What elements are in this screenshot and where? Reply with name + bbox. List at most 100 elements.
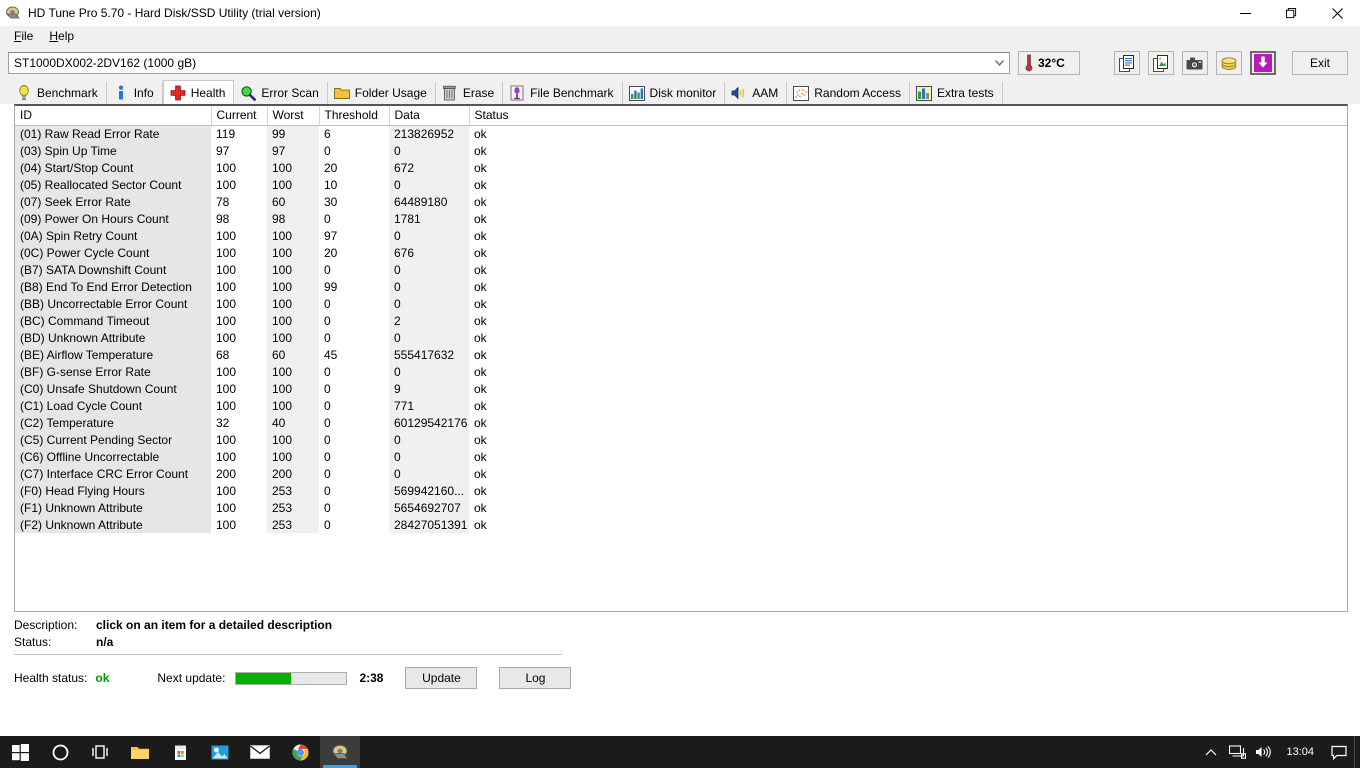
cell-worst: 40: [267, 414, 319, 431]
thermometer-icon: [1025, 54, 1033, 72]
chevron-down-icon[interactable]: [990, 53, 1009, 73]
table-row[interactable]: (09) Power On Hours Count 98 98 0 1781 ok: [15, 210, 1347, 227]
table-row[interactable]: (B7) SATA Downshift Count 100 100 0 0 ok: [15, 261, 1347, 278]
show-desktop-button[interactable]: [1354, 736, 1360, 768]
cell-status: ok: [474, 398, 487, 413]
table-row[interactable]: (05) Reallocated Sector Count 100 100 10 0 ok: [15, 176, 1347, 193]
table-row[interactable]: (BE) Airflow Temperature 68 60 45 555417632 o…: [15, 346, 1347, 363]
cell-data: 2: [389, 312, 469, 329]
table-row[interactable]: (C6) Offline Uncorrectable 100 100 0 0 ok: [15, 448, 1347, 465]
table-row[interactable]: (C1) Load Cycle Count 100 100 0 771 ok: [15, 397, 1347, 414]
copy-image-button[interactable]: [1148, 51, 1174, 75]
cell-status: ok: [474, 194, 487, 209]
table-row[interactable]: (BF) G-sense Error Rate 100 100 0 0 ok: [15, 363, 1347, 380]
copy-image-icon: [1152, 54, 1168, 72]
cell-id: (01) Raw Read Error Rate: [15, 125, 211, 142]
table-row[interactable]: (0C) Power Cycle Count 100 100 20 676 ok: [15, 244, 1347, 261]
table-row[interactable]: (07) Seek Error Rate 78 60 30 64489180 ok: [15, 193, 1347, 210]
circle-icon: [52, 744, 68, 760]
close-button[interactable]: [1314, 0, 1360, 26]
table-row[interactable]: (0A) Spin Retry Count 100 100 97 0 ok: [15, 227, 1347, 244]
cell-id: (C1) Load Cycle Count: [15, 397, 211, 414]
cell-data: 60129542176: [389, 414, 469, 431]
copy-text-button[interactable]: [1114, 51, 1140, 75]
tab-folder-usage[interactable]: Folder Usage: [328, 82, 436, 104]
purchase-button[interactable]: [1216, 51, 1242, 75]
table-row[interactable]: (BC) Command Timeout 100 100 0 2 ok: [15, 312, 1347, 329]
countdown-timer: 2:38: [359, 671, 384, 685]
tab-erase[interactable]: Erase: [436, 82, 504, 104]
cell-threshold: 0: [324, 296, 331, 311]
minimize-button[interactable]: [1222, 0, 1268, 26]
start-button[interactable]: [0, 736, 40, 768]
table-row[interactable]: (03) Spin Up Time 97 97 0 0 ok: [15, 142, 1347, 159]
cortana-search-button[interactable]: [40, 736, 80, 768]
cell-worst: 200: [267, 465, 319, 482]
menu-file[interactable]: File: [6, 27, 41, 45]
screenshot-button[interactable]: [1182, 51, 1208, 75]
table-row[interactable]: (F1) Unknown Attribute 100 253 0 5654692707 o…: [15, 499, 1347, 516]
table-row[interactable]: (C0) Unsafe Shutdown Count 100 100 0 9 ok: [15, 380, 1347, 397]
tab-benchmark[interactable]: Benchmark: [10, 82, 107, 104]
mail-app-button[interactable]: [240, 736, 280, 768]
google-chrome-button[interactable]: [280, 736, 320, 768]
column-header-status[interactable]: Status: [469, 106, 1347, 126]
tab-error-scan[interactable]: Error Scan: [234, 82, 328, 104]
tab-aam[interactable]: AAM: [725, 82, 788, 104]
table-row[interactable]: (BB) Uncorrectable Error Count 100 100 0 0 ok: [15, 295, 1347, 312]
tab-random-access[interactable]: Random Access: [787, 82, 910, 104]
tab-info[interactable]: Info: [107, 82, 163, 104]
table-row[interactable]: (C2) Temperature 32 40 0 60129542176 ok: [15, 414, 1347, 431]
temperature-indicator[interactable]: 32°C: [1018, 51, 1080, 75]
restore-button[interactable]: [1268, 0, 1314, 26]
tab-health[interactable]: Health: [162, 80, 235, 104]
tab-file-benchmark[interactable]: File Benchmark: [503, 82, 623, 104]
cell-worst: 98: [267, 210, 319, 227]
task-view-button[interactable]: [80, 736, 120, 768]
drive-select[interactable]: ST1000DX002-2DV162 (1000 gB): [8, 52, 1010, 74]
action-center-button[interactable]: [1324, 736, 1354, 768]
column-header-data[interactable]: Data: [389, 106, 470, 126]
cell-current: 32: [216, 415, 230, 430]
table-row[interactable]: (C7) Interface CRC Error Count 200 200 0 0 ok: [15, 465, 1347, 482]
photos-app-button[interactable]: [200, 736, 240, 768]
network-button[interactable]: [1224, 736, 1250, 768]
smart-attribute-grid[interactable]: ID Current Worst Threshold Data Status (…: [14, 104, 1348, 612]
download-button[interactable]: [1250, 51, 1276, 75]
tab-disk-monitor-label: Disk monitor: [649, 86, 717, 100]
cell-id: (03) Spin Up Time: [15, 142, 211, 159]
exit-button[interactable]: Exit: [1292, 51, 1348, 75]
cell-data: 0: [389, 448, 469, 465]
table-row[interactable]: (01) Raw Read Error Rate 119 99 6 213826952 o…: [15, 125, 1347, 142]
speaker-icon: [1255, 745, 1271, 759]
table-row[interactable]: (F2) Unknown Attribute 100 253 0 28427051391…: [15, 516, 1347, 533]
taskbar-clock[interactable]: 13:04: [1276, 746, 1324, 758]
health-status-value: ok: [95, 671, 110, 685]
microsoft-store-button[interactable]: [160, 736, 200, 768]
cell-id: (BB) Uncorrectable Error Count: [15, 295, 211, 312]
harddisk-icon: [332, 744, 348, 759]
cell-status: ok: [474, 347, 487, 362]
hd-tune-pro-button[interactable]: [320, 736, 360, 768]
file-explorer-button[interactable]: [120, 736, 160, 768]
table-row[interactable]: (04) Start/Stop Count 100 100 20 672 ok: [15, 159, 1347, 176]
column-header-worst[interactable]: Worst: [267, 106, 320, 126]
table-row[interactable]: (F0) Head Flying Hours 100 253 0 569942160..…: [15, 482, 1347, 499]
volume-button[interactable]: [1250, 736, 1276, 768]
cell-worst: 100: [267, 278, 319, 295]
tab-extra-tests[interactable]: Extra tests: [910, 82, 1003, 104]
show-hidden-icons-button[interactable]: [1198, 736, 1224, 768]
log-button[interactable]: Log: [499, 667, 572, 689]
column-header-current[interactable]: Current: [211, 106, 268, 126]
column-header-threshold[interactable]: Threshold: [319, 106, 390, 126]
table-row[interactable]: (B8) End To End Error Detection 100 100 99 0…: [15, 278, 1347, 295]
menu-help[interactable]: Help: [41, 27, 82, 45]
cell-status: ok: [474, 466, 487, 481]
table-row[interactable]: (C5) Current Pending Sector 100 100 0 0 ok: [15, 431, 1347, 448]
update-button[interactable]: Update: [405, 667, 478, 689]
column-header-id[interactable]: ID: [15, 106, 212, 126]
table-row[interactable]: (BD) Unknown Attribute 100 100 0 0 ok: [15, 329, 1347, 346]
cell-current: 100: [216, 483, 237, 498]
tab-disk-monitor[interactable]: Disk monitor: [623, 82, 726, 104]
cell-worst: 253: [267, 516, 319, 533]
